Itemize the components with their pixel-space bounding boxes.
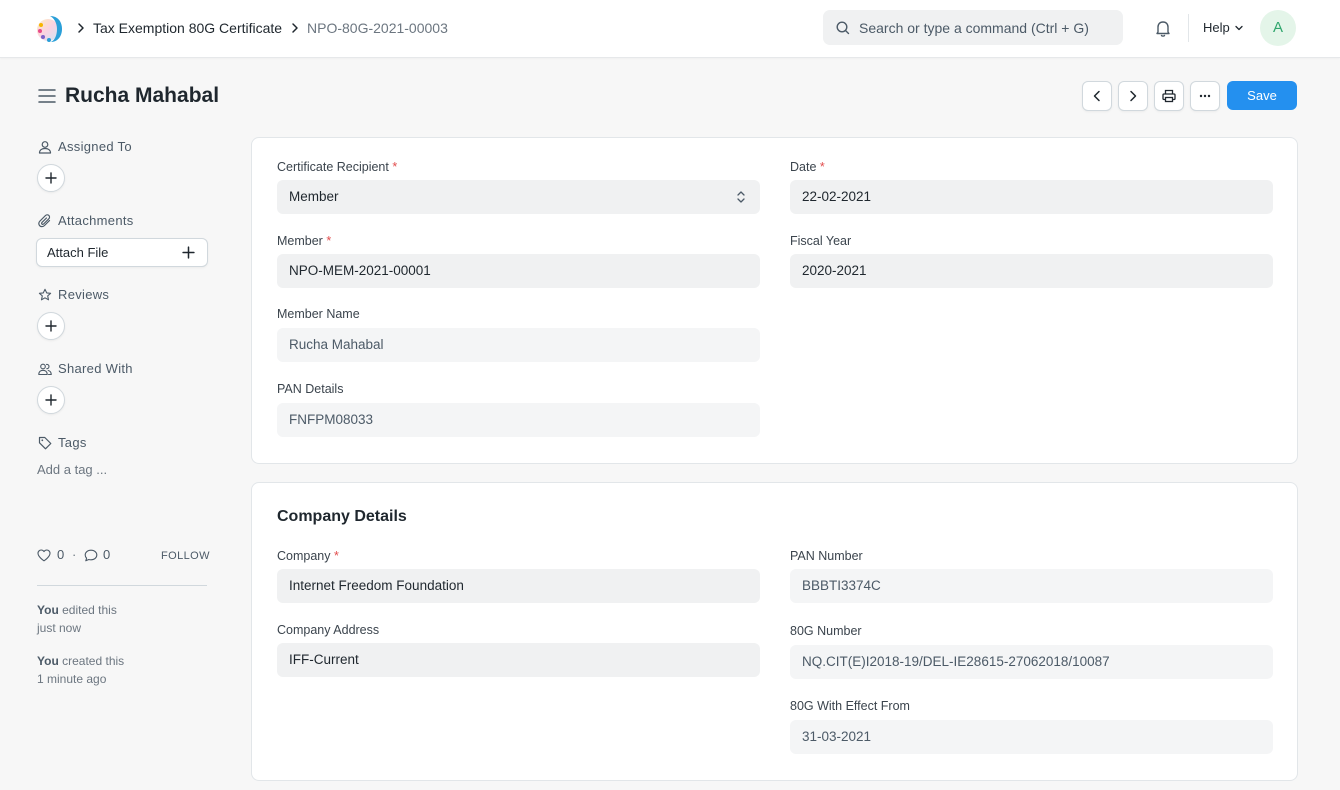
- likes-count: 0: [57, 547, 65, 562]
- date-label: Date *: [790, 160, 825, 174]
- chevron-right-icon: [78, 23, 84, 33]
- sidebar-divider: [37, 585, 207, 586]
- tag-icon: [38, 436, 52, 450]
- member-field[interactable]: NPO-MEM-2021-00001: [277, 254, 760, 288]
- plus-icon: [45, 394, 57, 406]
- pan-number-field: BBBTI3374C: [790, 569, 1273, 603]
- app-logo-icon[interactable]: [36, 13, 64, 43]
- activity-user: You: [37, 654, 59, 668]
- member-label: Member *: [277, 234, 332, 248]
- plus-icon: [45, 172, 57, 184]
- certificate-recipient-value: Member: [289, 189, 339, 204]
- next-doc-button[interactable]: [1118, 81, 1148, 111]
- user-icon: [38, 141, 52, 154]
- paperclip-icon: [38, 214, 51, 228]
- pan-details-field: FNFPM08033: [277, 403, 760, 437]
- add-assignment-button[interactable]: [37, 164, 65, 192]
- navbar-divider: [1188, 14, 1189, 42]
- previous-doc-button[interactable]: [1082, 81, 1112, 111]
- add-tag-link[interactable]: Add a tag ...: [37, 462, 107, 478]
- certificate-details-card: Certificate Recipient * Member Date * 22…: [251, 137, 1298, 464]
- save-button[interactable]: Save: [1227, 81, 1297, 110]
- company-address-label: Company Address: [277, 623, 380, 637]
- attach-file-button[interactable]: Attach File: [36, 238, 208, 267]
- 80g-effect-from-field: 31-03-2021: [790, 720, 1273, 754]
- company-field[interactable]: Internet Freedom Foundation: [277, 569, 760, 603]
- tags-label: Tags: [58, 435, 87, 450]
- activity-time: 1 minute ago: [37, 672, 107, 686]
- breadcrumb-doctype[interactable]: Tax Exemption 80G Certificate: [93, 19, 282, 37]
- company-details-card: Company Details Company * Internet Freed…: [251, 482, 1298, 781]
- hamburger-icon[interactable]: [38, 88, 56, 104]
- add-review-button[interactable]: [37, 312, 65, 340]
- users-icon: [38, 363, 52, 376]
- pan-details-label: PAN Details: [277, 382, 344, 396]
- activity-item: You edited this just now: [37, 601, 147, 637]
- shared-with-label: Shared With: [58, 361, 133, 376]
- fiscal-year-label: Fiscal Year: [790, 234, 852, 248]
- search-input[interactable]: Search or type a command (Ctrl + G): [823, 10, 1123, 45]
- help-menu[interactable]: Help: [1203, 19, 1230, 37]
- comments-count: 0: [103, 547, 111, 562]
- navbar: Tax Exemption 80G Certificate NPO-80G-20…: [0, 0, 1340, 58]
- page-title: Rucha Mahabal: [65, 84, 220, 107]
- search-placeholder: Search or type a command (Ctrl + G): [859, 20, 1089, 36]
- member-name-label: Member Name: [277, 307, 360, 321]
- comment-icon[interactable]: [84, 549, 98, 562]
- attachments-label: Attachments: [58, 213, 134, 228]
- 80g-number-label: 80G Number: [790, 624, 862, 638]
- star-icon: [38, 288, 52, 301]
- activity-item: You created this 1 minute ago: [37, 652, 147, 688]
- activity-action: created this: [62, 654, 125, 668]
- heart-icon[interactable]: [37, 549, 51, 562]
- company-label: Company *: [277, 549, 339, 563]
- certificate-recipient-select[interactable]: Member: [277, 180, 760, 214]
- attach-file-label: Attach File: [47, 245, 109, 260]
- printer-icon: [1162, 89, 1176, 103]
- member-name-field: Rucha Mahabal: [277, 328, 760, 362]
- bell-icon[interactable]: [1153, 18, 1173, 38]
- 80g-number-field: NQ.CIT(E)I2018-19/DEL-IE28615-27062018/1…: [790, 645, 1273, 679]
- select-caret-icon: [737, 191, 745, 203]
- print-button[interactable]: [1154, 81, 1184, 111]
- assigned-to-label: Assigned To: [58, 139, 132, 154]
- chevron-left-icon: [1093, 90, 1100, 102]
- chevron-down-icon[interactable]: [1234, 23, 1244, 33]
- date-field[interactable]: 22-02-2021: [790, 180, 1273, 214]
- follow-button[interactable]: FOLLOW: [161, 549, 210, 563]
- plus-icon: [182, 246, 195, 259]
- search-icon: [836, 21, 850, 35]
- activity-action: edited this: [62, 603, 117, 617]
- 80g-effect-from-label: 80G With Effect From: [790, 699, 910, 713]
- separator-dot: ·: [72, 547, 77, 562]
- ellipsis-icon: [1199, 94, 1211, 98]
- section-title: Company Details: [277, 508, 407, 525]
- certificate-recipient-label: Certificate Recipient *: [277, 160, 398, 174]
- chevron-right-icon: [1130, 90, 1137, 102]
- add-share-button[interactable]: [37, 386, 65, 414]
- pan-number-label: PAN Number: [790, 549, 863, 563]
- more-actions-button[interactable]: [1190, 81, 1220, 111]
- avatar[interactable]: A: [1260, 10, 1296, 46]
- breadcrumb-document[interactable]: NPO-80G-2021-00003: [307, 19, 448, 37]
- fiscal-year-field[interactable]: 2020-2021: [790, 254, 1273, 288]
- activity-user: You: [37, 603, 59, 617]
- chevron-right-icon: [292, 23, 298, 33]
- activity-time: just now: [37, 621, 82, 635]
- reviews-label: Reviews: [58, 287, 110, 302]
- company-address-field[interactable]: IFF-Current: [277, 643, 760, 677]
- plus-icon: [45, 320, 57, 332]
